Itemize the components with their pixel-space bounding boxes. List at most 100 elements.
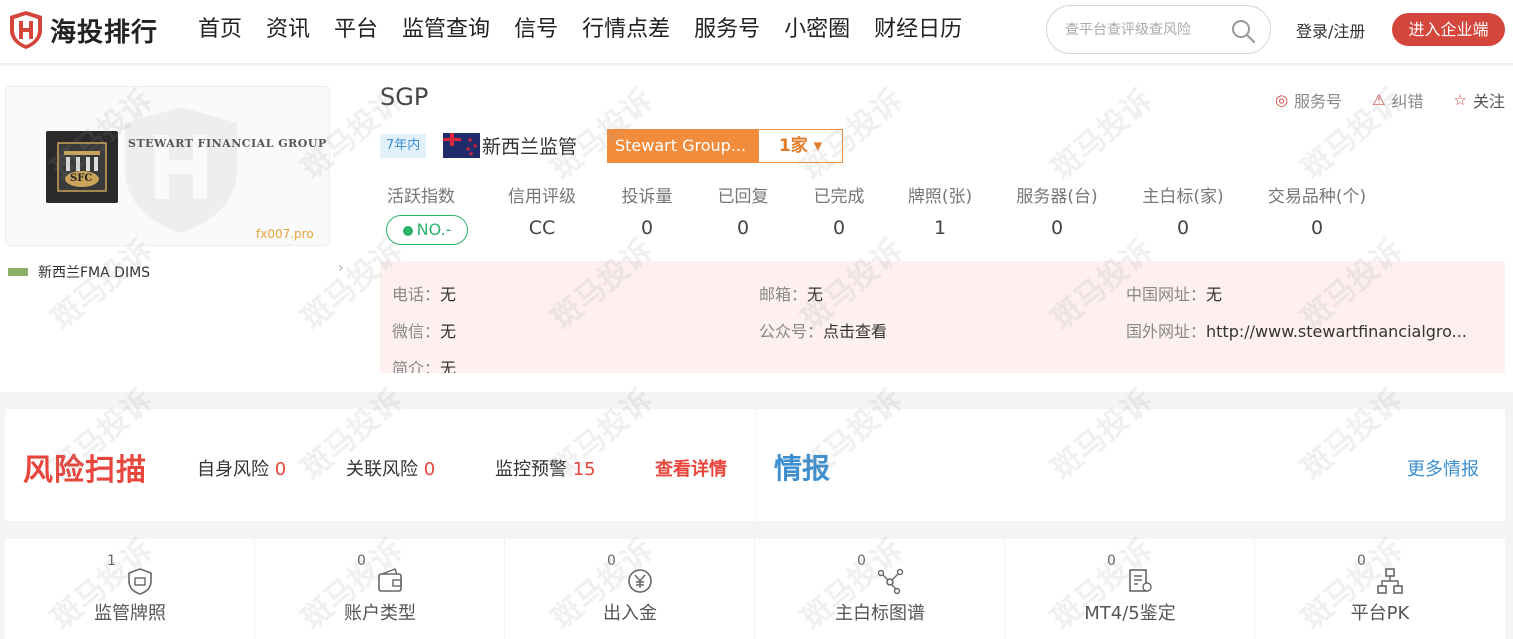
related-risk-count: 0 [423,459,436,480]
site-logo-text: 海投排行 [50,17,159,48]
regulator-row[interactable]: 新西兰FMA DIMS [8,262,150,282]
contact-intro: 简介：无 [392,355,456,373]
sfc-badge-logo: SFC [46,131,118,203]
search-box [1046,5,1271,54]
stat-white-labels: 主白标(家) 0 [1140,182,1226,239]
tab-label: 出入金 [603,603,657,624]
more-intel-link[interactable]: 更多情报 [1407,455,1479,481]
wallet-icon [378,568,402,592]
enterprise-button[interactable]: 进入企业端 [1392,13,1505,46]
self-risk-count: 0 [274,459,287,480]
shield-logo-icon [10,11,42,49]
nav-home[interactable]: 首页 [198,14,242,46]
nav-signals[interactable]: 信号 [514,14,558,46]
tab-count: 0 [607,553,616,569]
related-risk[interactable]: 关联风险 0 [346,455,435,481]
service-account-button[interactable]: ◎ 服务号 [1275,88,1342,112]
contact-key: 简介： [392,359,441,373]
official-account-link[interactable]: 点击查看 [823,322,887,341]
self-risk-label: 自身风险 [197,459,269,480]
stat-label: 主白标(家) [1142,187,1224,207]
nav-calendar[interactable]: 财经日历 [874,14,962,46]
login-register-link[interactable]: 登录/注册 [1296,18,1365,42]
tab-count: 0 [357,553,366,569]
nav-platform[interactable]: 平台 [334,14,378,46]
new-zealand-flag-icon: ★ ★ ★ ★ [443,133,480,158]
stat-value: 0 [736,217,750,239]
contact-value: 无 [440,285,457,304]
contact-key: 公众号： [759,322,824,341]
contact-email: 邮箱：无 [759,281,823,305]
contact-foreign-site: 国外网址：http://www.stewartfinancialgro... [1126,318,1467,342]
hierarchy-icon [1377,568,1403,594]
monitor-warning[interactable]: 监控预警 15 [495,455,596,481]
view-details-link[interactable]: 查看详情 [655,455,727,481]
stat-label: 服务器(台) [1016,187,1098,207]
tab-label: 平台PK [1350,603,1410,624]
tab-count: 1 [107,553,116,569]
nav-spreads[interactable]: 行情点差 [582,14,670,46]
stat-credit: 信用评级 CC [506,182,578,239]
watermark-shield-icon [125,107,237,233]
contact-key: 国外网址： [1126,322,1207,341]
broker-actions: ◎ 服务号 ⚠ 纠错 ☆ 关注 [1245,88,1505,112]
stat-label: 交易品种(个) [1267,187,1367,207]
activity-pill: NO.- [386,215,468,245]
years-tag: 7年内 [380,134,427,158]
tab-licenses[interactable]: 1 监管牌照 [5,539,255,639]
tab-platform-pk[interactable]: 0 平台PK [1255,539,1505,639]
tab-account-types[interactable]: 0 账户类型 [255,539,505,639]
foreign-site-link[interactable]: http://www.stewartfinancialgro... [1206,322,1467,341]
stat-label: 牌照(张) [907,187,973,207]
graph-nodes-icon [877,568,904,595]
stat-value: 0 [1050,217,1064,239]
broker-logo-card: SFC STEWART FINANCIAL GROUP fx007.pro [5,86,330,246]
tab-deposit-withdraw[interactable]: 0 出入金 [505,539,755,639]
stat-value: 0 [640,217,654,239]
report-error-button[interactable]: ⚠ 纠错 [1372,88,1423,112]
tab-label: 主白标图谱 [835,603,925,624]
tab-count: 0 [1357,553,1366,569]
stat-value: 0 [1310,217,1324,239]
group-count[interactable]: 1家 ▾ [759,130,842,162]
regulator-label: 新西兰监管 [482,136,578,158]
nav-circle[interactable]: 小密圈 [784,14,850,46]
risk-scan-title: 风险扫描 [23,453,147,488]
nav-news[interactable]: 资讯 [266,14,310,46]
intel-panel: 情报 更多情报 [756,409,1505,521]
tab-label: 账户类型 [344,603,416,624]
group-dropdown[interactable]: Stewart Group... 1家 ▾ [607,129,843,163]
broker-stats: 活跃指数 NO.- 信用评级 CC 投诉量 0 已回复 0 已完成 0 牌照(张… [380,182,1380,252]
stat-label: 已完成 [813,187,865,207]
contact-value: 无 [440,359,457,373]
follow-button[interactable]: ☆ 关注 [1454,88,1505,112]
shield-license-icon [128,568,152,595]
stat-products: 交易品种(个) 0 [1266,182,1368,239]
sfc-emblem-icon [57,142,107,192]
activity-dot-icon [402,225,413,236]
stat-value: 1 [933,217,947,239]
nav-regulation-query[interactable]: 监管查询 [402,14,490,46]
tab-white-label-graph[interactable]: 0 主白标图谱 [755,539,1005,639]
stat-servers: 服务器(台) 0 [1014,182,1100,239]
yuan-coin-icon [628,569,652,593]
chevron-right-icon[interactable]: › [338,260,344,276]
site-logo[interactable]: 海投排行 [8,8,158,52]
nav-service-accounts[interactable]: 服务号 [694,14,760,46]
search-input[interactable] [1065,18,1225,42]
stat-value: 0 [1176,217,1190,239]
service-account-icon: ◎ [1274,91,1289,109]
related-risk-label: 关联风险 [346,459,418,480]
group-name[interactable]: Stewart Group... [608,130,759,162]
stat-licenses: 牌照(张) 1 [907,182,973,239]
activity-value: NO.- [416,220,452,239]
tab-mt-verification[interactable]: 0 MT4/5鉴定 [1005,539,1255,639]
contact-wechat: 微信：无 [392,318,456,342]
stat-completed: 已完成 0 [812,182,866,239]
tab-count: 0 [1107,553,1116,569]
contact-key: 电话： [392,285,441,304]
contact-value: 无 [440,322,457,341]
self-risk[interactable]: 自身风险 0 [197,455,286,481]
search-icon[interactable] [1230,18,1256,44]
star-icon: ☆ [1453,91,1467,109]
